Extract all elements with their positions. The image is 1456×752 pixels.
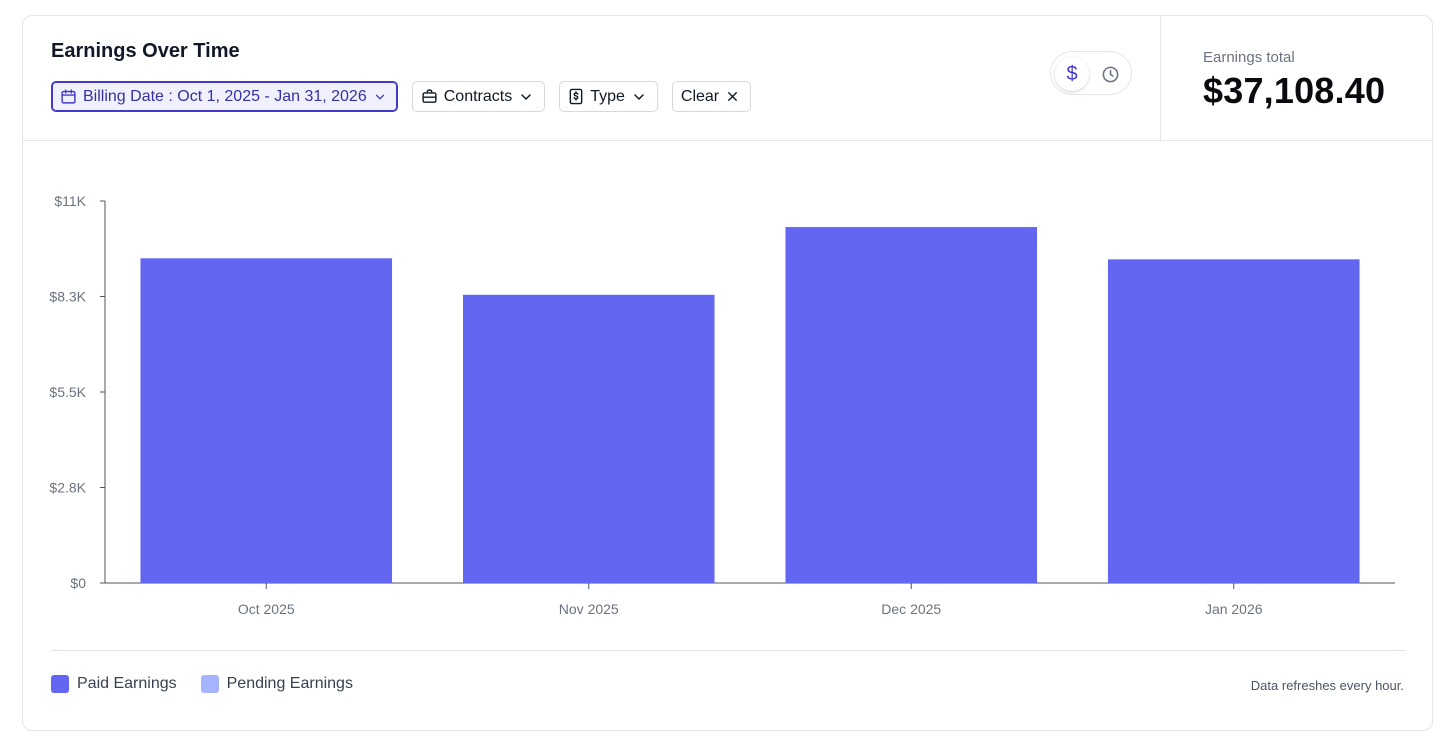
- billing-date-filter-button[interactable]: Billing Date : Oct 1, 2025 - Jan 31, 202…: [51, 81, 398, 112]
- y-tick-label: $0: [70, 575, 86, 591]
- legend-divider: [51, 650, 1406, 651]
- currency-hours-toggle: $: [1050, 51, 1132, 95]
- clear-filters-label: Clear: [680, 87, 720, 105]
- chart-legend: Paid Earnings Pending Earnings: [51, 675, 353, 693]
- legend-swatch-paid: [51, 675, 69, 693]
- legend-item-paid[interactable]: Paid Earnings: [51, 675, 177, 693]
- calendar-icon: [61, 89, 76, 104]
- bar-paid-earnings: [785, 227, 1038, 583]
- y-tick-label: $11K: [54, 193, 86, 209]
- earnings-bar-chart: $0 $2.8K $5.5K $8.3K $11K Oct 2025 Nov 2025 Dec…: [49, 193, 1395, 617]
- dollar-icon: $: [1066, 62, 1078, 85]
- card-header: Earnings Over Time Billing Date : Oct 1,…: [23, 16, 1432, 141]
- clear-filters-button[interactable]: Clear: [671, 81, 752, 112]
- x-tick-label: Oct 2025: [238, 601, 295, 617]
- filter-bar: Billing Date : Oct 1, 2025 - Jan 31, 202…: [51, 81, 752, 112]
- earnings-summary: Earnings total $37,108.40: [1160, 16, 1432, 141]
- earnings-card: Earnings Over Time Billing Date : Oct 1,…: [22, 15, 1433, 731]
- hours-toggle-button[interactable]: [1093, 57, 1127, 91]
- legend-label-paid: Paid Earnings: [77, 675, 177, 692]
- bar-paid-earnings: [140, 258, 393, 583]
- legend-swatch-pending: [200, 675, 219, 693]
- header-left: Earnings Over Time Billing Date : Oct 1,…: [23, 16, 1160, 141]
- y-tick-label: $8.3K: [49, 289, 86, 305]
- x-tick-label: Dec 2025: [881, 601, 941, 617]
- chevron-down-icon: [375, 94, 384, 99]
- invoice-dollar-icon: [569, 88, 583, 105]
- briefcase-icon: [422, 89, 437, 103]
- dollar-toggle-button[interactable]: $: [1055, 57, 1089, 91]
- earnings-total-value: $37,108.40: [1203, 70, 1386, 111]
- type-filter-button[interactable]: Type: [559, 81, 658, 112]
- type-filter-label: Type: [590, 87, 625, 105]
- page-title: Earnings Over Time: [51, 40, 240, 62]
- x-tick-label: Nov 2025: [559, 601, 619, 617]
- bar-paid-earnings: [1107, 259, 1360, 583]
- contracts-filter-button[interactable]: Contracts: [411, 81, 546, 112]
- contracts-filter-label: Contracts: [443, 87, 513, 105]
- chevron-down-icon: [521, 93, 531, 100]
- billing-date-filter-label: Billing Date : Oct 1, 2025 - Jan 31, 202…: [83, 87, 367, 105]
- legend-item-pending[interactable]: Pending Earnings: [200, 675, 353, 693]
- refresh-note: Data refreshes every hour.: [1250, 678, 1404, 693]
- chevron-down-icon: [634, 93, 644, 100]
- y-tick-label: $2.8K: [49, 480, 86, 496]
- close-icon: [728, 92, 738, 101]
- y-tick-label: $5.5K: [49, 384, 86, 400]
- bar-paid-earnings: [462, 294, 715, 583]
- legend-label-pending: Pending Earnings: [226, 675, 353, 692]
- x-tick-label: Jan 2026: [1205, 601, 1263, 617]
- earnings-total-label: Earnings total: [1203, 49, 1295, 66]
- clock-icon: [1102, 66, 1118, 82]
